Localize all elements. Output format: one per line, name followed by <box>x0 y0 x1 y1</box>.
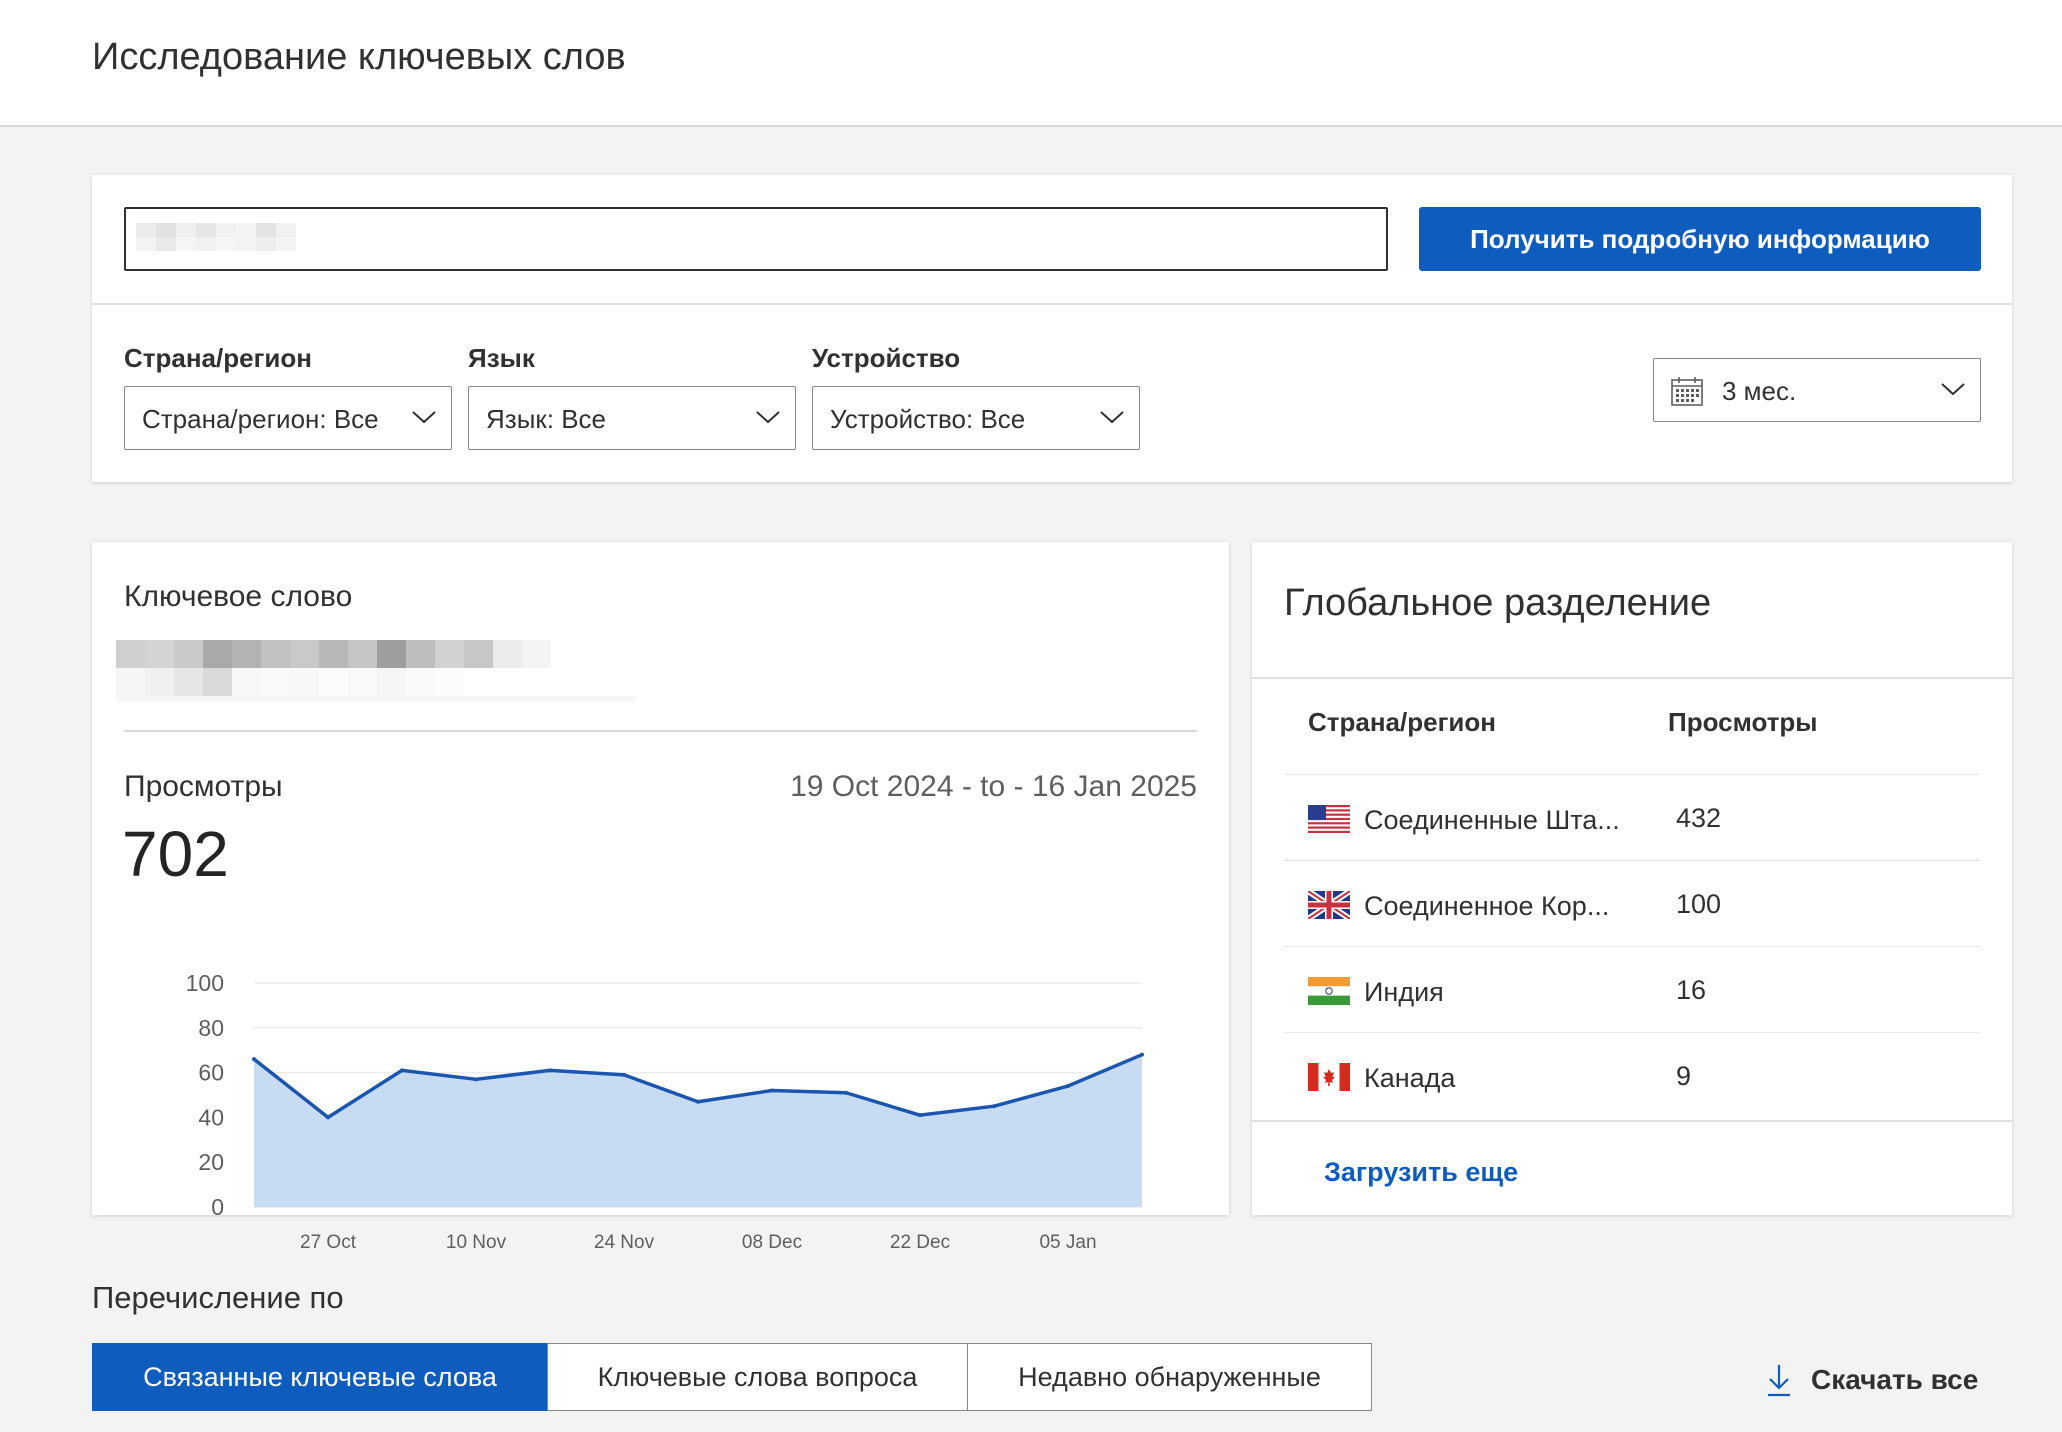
download-icon <box>1768 1365 1790 1397</box>
chevron-down-icon <box>1941 383 1965 396</box>
x-tick-label: 22 Dec <box>890 1232 950 1253</box>
table-row: Канада 9 <box>1284 1032 1980 1118</box>
tab-question-keywords[interactable]: Ключевые слова вопроса <box>546 1343 969 1411</box>
country-views: 100 <box>1676 889 1722 919</box>
country-dropdown-value: Страна/регион: Все <box>142 404 379 434</box>
device-dropdown[interactable]: Устройство: Все <box>812 386 1140 450</box>
divider <box>124 730 1197 732</box>
chevron-down-icon <box>1100 411 1124 424</box>
redacted-keyword <box>116 632 636 712</box>
download-all-button[interactable]: Скачать все <box>1765 1362 1978 1398</box>
language-dropdown[interactable]: Язык: Все <box>468 386 796 450</box>
page-title: Исследование ключевых слов <box>92 36 626 78</box>
country-name: Соединенные Шта... <box>1364 805 1620 835</box>
x-tick-label: 05 Jan <box>1039 1232 1096 1253</box>
canada-flag-icon <box>1308 1063 1350 1091</box>
x-tick-label: 27 Oct <box>300 1232 357 1253</box>
download-all-label: Скачать все <box>1811 1364 1979 1395</box>
table-row: Индия 16 <box>1284 946 1980 1032</box>
device-filter-label: Устройство <box>812 343 961 373</box>
language-dropdown-value: Язык: Все <box>486 404 607 434</box>
date-range-value: 3 мес. <box>1722 376 1797 406</box>
country-filter-label: Страна/регион <box>124 343 312 373</box>
list-by-tabs: Связанные ключевые слова Ключевые слова … <box>92 1343 1372 1411</box>
keyword-card: Ключевое слово Просмотры 19 Oct 2024 - t… <box>92 542 1229 1215</box>
redacted-text <box>136 219 296 257</box>
x-tick-label: 08 Dec <box>742 1232 802 1253</box>
x-tick-label: 10 Nov <box>446 1232 507 1253</box>
country-name: Соединенное Кор... <box>1364 891 1610 921</box>
country-name: Канада <box>1364 1063 1456 1093</box>
date-range-text: 19 Oct 2024 - to - 16 Jan 2025 <box>790 770 1197 803</box>
x-tick-label: 24 Nov <box>594 1232 655 1253</box>
global-title: Глобальное разделение <box>1284 582 1712 624</box>
country-column-header: Страна/регион <box>1308 707 1496 737</box>
chevron-down-icon <box>412 411 436 424</box>
table-row: Соединенные Шта... 432 <box>1284 774 1980 860</box>
country-dropdown[interactable]: Страна/регион: Все <box>124 386 452 450</box>
search-card: Получить подробную информацию Страна/рег… <box>92 175 2012 482</box>
divider <box>92 303 2012 305</box>
india-flag-icon <box>1308 977 1350 1005</box>
views-label: Просмотры <box>124 770 283 803</box>
get-details-button[interactable]: Получить подробную информацию <box>1419 207 1981 271</box>
country-name: Индия <box>1364 977 1444 1007</box>
tab-recently-discovered[interactable]: Недавно обнаруженные <box>967 1343 1372 1411</box>
keyword-label: Ключевое слово <box>124 580 353 613</box>
views-total: 702 <box>122 818 229 890</box>
divider <box>1252 677 2012 679</box>
country-views: 16 <box>1676 975 1707 1005</box>
language-filter-label: Язык <box>468 343 535 373</box>
date-range-dropdown[interactable]: 3 мес. <box>1653 358 1981 422</box>
country-views: 432 <box>1676 803 1722 833</box>
us-flag-icon <box>1308 805 1350 833</box>
uk-flag-icon <box>1308 891 1350 919</box>
chevron-down-icon <box>756 411 780 424</box>
device-dropdown-value: Устройство: Все <box>830 404 1026 434</box>
table-row: Соединенное Кор... 100 <box>1284 860 1980 946</box>
list-by-label: Перечисление по <box>92 1280 344 1315</box>
keyword-search-input[interactable] <box>124 207 1388 271</box>
header-bar: Исследование ключевых слов <box>0 0 2062 127</box>
tab-related-keywords[interactable]: Связанные ключевые слова <box>92 1343 548 1411</box>
views-column-header: Просмотры <box>1668 707 1818 737</box>
divider <box>1252 1120 2012 1122</box>
calendar-icon <box>1671 377 1703 406</box>
load-more-link[interactable]: Загрузить еще <box>1324 1157 1518 1188</box>
country-views: 9 <box>1676 1061 1692 1091</box>
global-breakdown-card: Глобальное разделение Страна/регион Прос… <box>1252 542 2012 1215</box>
